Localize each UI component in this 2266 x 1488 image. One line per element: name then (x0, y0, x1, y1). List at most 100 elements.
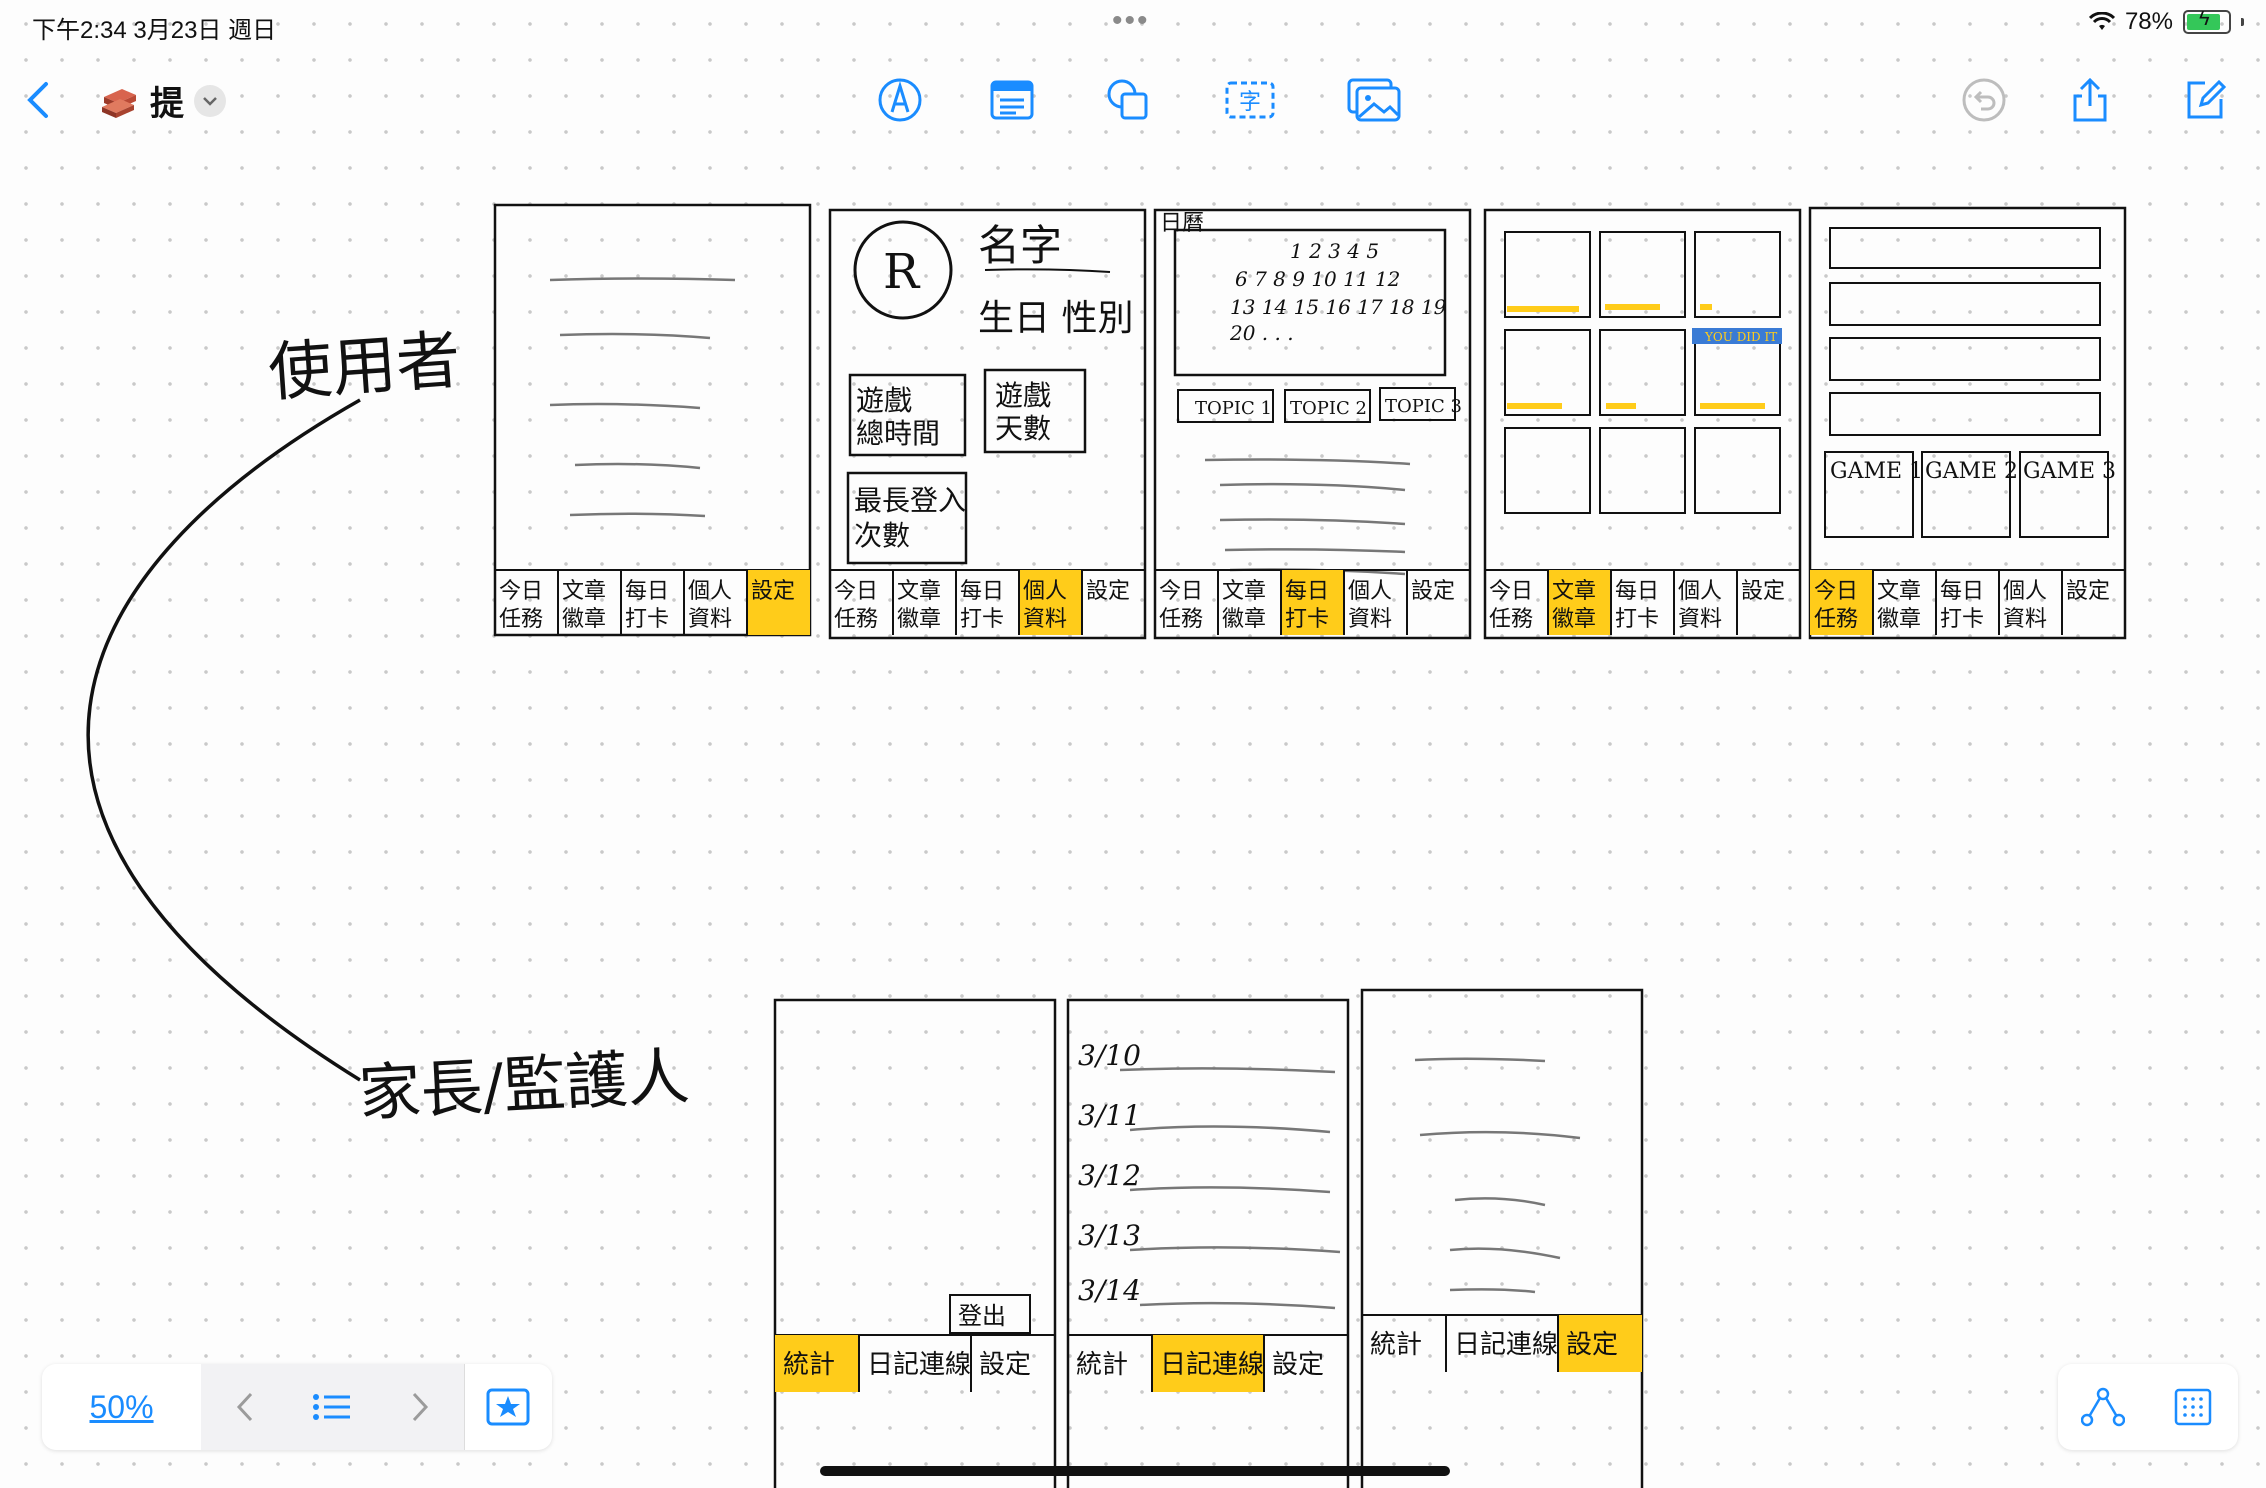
badge-note: YOU DID IT (1704, 330, 1777, 344)
sketch-nav-1-0: 今日 (834, 579, 878, 604)
calendar-header: 日曆 (1160, 211, 1204, 236)
share-button[interactable] (2062, 72, 2118, 128)
sketch-nav-1-3: 個人 (1023, 579, 1067, 604)
connectors-button[interactable] (2058, 1364, 2148, 1450)
previous-scene-button[interactable] (201, 1364, 288, 1450)
battery-icon: ϟ (2183, 8, 2231, 34)
svg-text:打卡: 打卡 (1615, 607, 1659, 632)
parent-nav-0-2: 設定 (979, 1350, 1031, 1380)
text-box-icon: 字 (1225, 81, 1275, 119)
svg-text:次數: 次數 (854, 519, 910, 552)
status-time: 下午2:34 3月23日 週日 (32, 17, 277, 44)
sketch-nav-4-2: 每日 (1940, 579, 1984, 604)
svg-text:天數: 天數 (995, 412, 1051, 445)
whiteboard-sketch: 使用者 家長/監護人 R 名字 生日 性別 遊戲總時間 遊戲天數 最長登入次數 … (86, 203, 2127, 1488)
svg-text:字: 字 (1239, 90, 1261, 115)
sketch-nav-3-4: 設定 (1741, 579, 1785, 604)
profile-birth-gender: 生日 性別 (978, 298, 1133, 339)
date-3: 3/12 (1078, 1159, 1141, 1192)
svg-text:資料: 資料 (1678, 607, 1722, 632)
wifi-icon (2088, 12, 2115, 30)
sketch-nav-2-3: 個人 (1348, 579, 1392, 604)
sketch-nav-4-4: 設定 (2066, 579, 2110, 604)
svg-text:13 14 15 16 17 18 19: 13 14 15 16 17 18 19 (1230, 295, 1447, 319)
sketch-nav-2-4: 設定 (1411, 579, 1455, 604)
status-bar: 下午2:34 3月23日 週日 ••• 78% ϟ (0, 0, 2266, 50)
sketch-nav-2-1: 文章 (1222, 579, 1266, 604)
svg-text:任務: 任務 (834, 607, 878, 632)
sketch-nav-0-3: 個人 (688, 579, 732, 604)
sketch-screen-diary: 3/10 3/11 3/12 3/13 3/14 (1066, 998, 1350, 1488)
svg-text:徽章: 徽章 (1552, 607, 1596, 632)
sketch-nav-4-3: 個人 (2003, 579, 2047, 604)
compose-icon (2187, 79, 2227, 119)
game-1: GAME 1 (1830, 459, 1923, 484)
text-box-button[interactable]: 字 (1222, 72, 1278, 128)
toolbar: 提 字 (0, 60, 2266, 140)
shapes-button[interactable] (1100, 72, 1156, 128)
svg-text:遊戲: 遊戲 (856, 384, 912, 417)
scenes-list-button[interactable] (289, 1364, 376, 1450)
board-title: 提 (150, 85, 184, 123)
grid-icon (2174, 1388, 2212, 1426)
chevron-down-icon[interactable] (194, 84, 226, 117)
back-button[interactable] (10, 72, 66, 128)
user-to-parent-connector (86, 398, 361, 1082)
star-box-icon (486, 1388, 530, 1426)
shapes-icon (1107, 79, 1148, 120)
sketch-nav-3-3: 個人 (1678, 579, 1722, 604)
undo-button[interactable] (1956, 72, 2012, 128)
share-icon (2073, 77, 2107, 122)
svg-text:任務: 任務 (1814, 607, 1858, 632)
svg-text:徽章: 徽章 (562, 607, 606, 632)
parent-nav-1-0: 統計 (1076, 1350, 1128, 1380)
date-2: 3/11 (1078, 1099, 1141, 1132)
sketch-screen-badges: YOU DID IT (1483, 208, 1802, 640)
sketch-nav-0-0: 今日 (499, 579, 543, 604)
sketch-nav-1-2: 每日 (960, 579, 1004, 604)
sketch-nav-0-1: 文章 (562, 579, 606, 604)
multitasking-dots[interactable]: ••• (1112, 4, 1150, 38)
zoom-level-button[interactable]: 50% (42, 1364, 202, 1450)
bottom-tools-bar (2058, 1364, 2238, 1450)
sketch-screen-stats: 登出 (773, 998, 1057, 1488)
note-icon (990, 80, 1034, 120)
svg-text:徽章: 徽章 (1877, 607, 1921, 632)
board-canvas[interactable]: 使用者 家長/監護人 R 名字 生日 性別 遊戲 總時間 遊戲 天數 最長登入 次數 … (0, 140, 2266, 1488)
svg-text:資料: 資料 (1023, 607, 1067, 632)
chevron-right-icon (412, 1392, 428, 1422)
undo-icon (1962, 78, 2006, 122)
label-user: 使用者 (266, 324, 463, 411)
next-scene-button[interactable] (376, 1364, 463, 1450)
profile-name: 名字 (978, 221, 1062, 270)
svg-text:資料: 資料 (2003, 607, 2047, 632)
bottom-navigation-bar: 50% (42, 1364, 552, 1450)
svg-text:最長登入: 最長登入 (854, 484, 966, 517)
pen-tool-button[interactable] (872, 72, 928, 128)
add-scene-button[interactable] (463, 1364, 552, 1450)
sketch-nav-3-2: 每日 (1615, 579, 1659, 604)
svg-text:6 7 8 9 10 11 12: 6 7 8 9 10 11 12 (1235, 267, 1400, 291)
svg-text:資料: 資料 (1348, 607, 1392, 632)
insert-media-button[interactable] (1346, 72, 1402, 128)
status-right: 78% ϟ (2088, 8, 2244, 36)
parent-nav-0-1: 日記連線 (867, 1350, 971, 1380)
label-parent: 家長/監護人 (357, 1040, 691, 1130)
sketch-nav-1-1: 文章 (897, 579, 941, 604)
parent-nav-2-1: 日記連線 (1454, 1330, 1558, 1360)
topic-2: TOPIC 2 (1290, 398, 1367, 419)
sketch-nav-0-4: 設定 (751, 579, 795, 604)
new-board-button[interactable] (2176, 72, 2232, 128)
home-indicator[interactable] (820, 1466, 1450, 1476)
board-title-menu[interactable]: 提 (100, 76, 226, 125)
sketch-nav-4-0: 今日 (1814, 579, 1858, 604)
svg-text:1 2 3 4 5: 1 2 3 4 5 (1290, 239, 1379, 263)
sticky-note-button[interactable] (984, 72, 1040, 128)
parent-nav-2-2: 設定 (1566, 1330, 1618, 1360)
parent-nav-1-1: 日記連線 (1160, 1350, 1264, 1380)
topic-1: TOPIC 1 (1195, 398, 1272, 419)
grid-toggle-button[interactable] (2148, 1364, 2238, 1450)
list-icon (313, 1394, 351, 1420)
svg-text:任務: 任務 (1159, 607, 1203, 632)
sketch-nav-0-2: 每日 (625, 579, 669, 604)
